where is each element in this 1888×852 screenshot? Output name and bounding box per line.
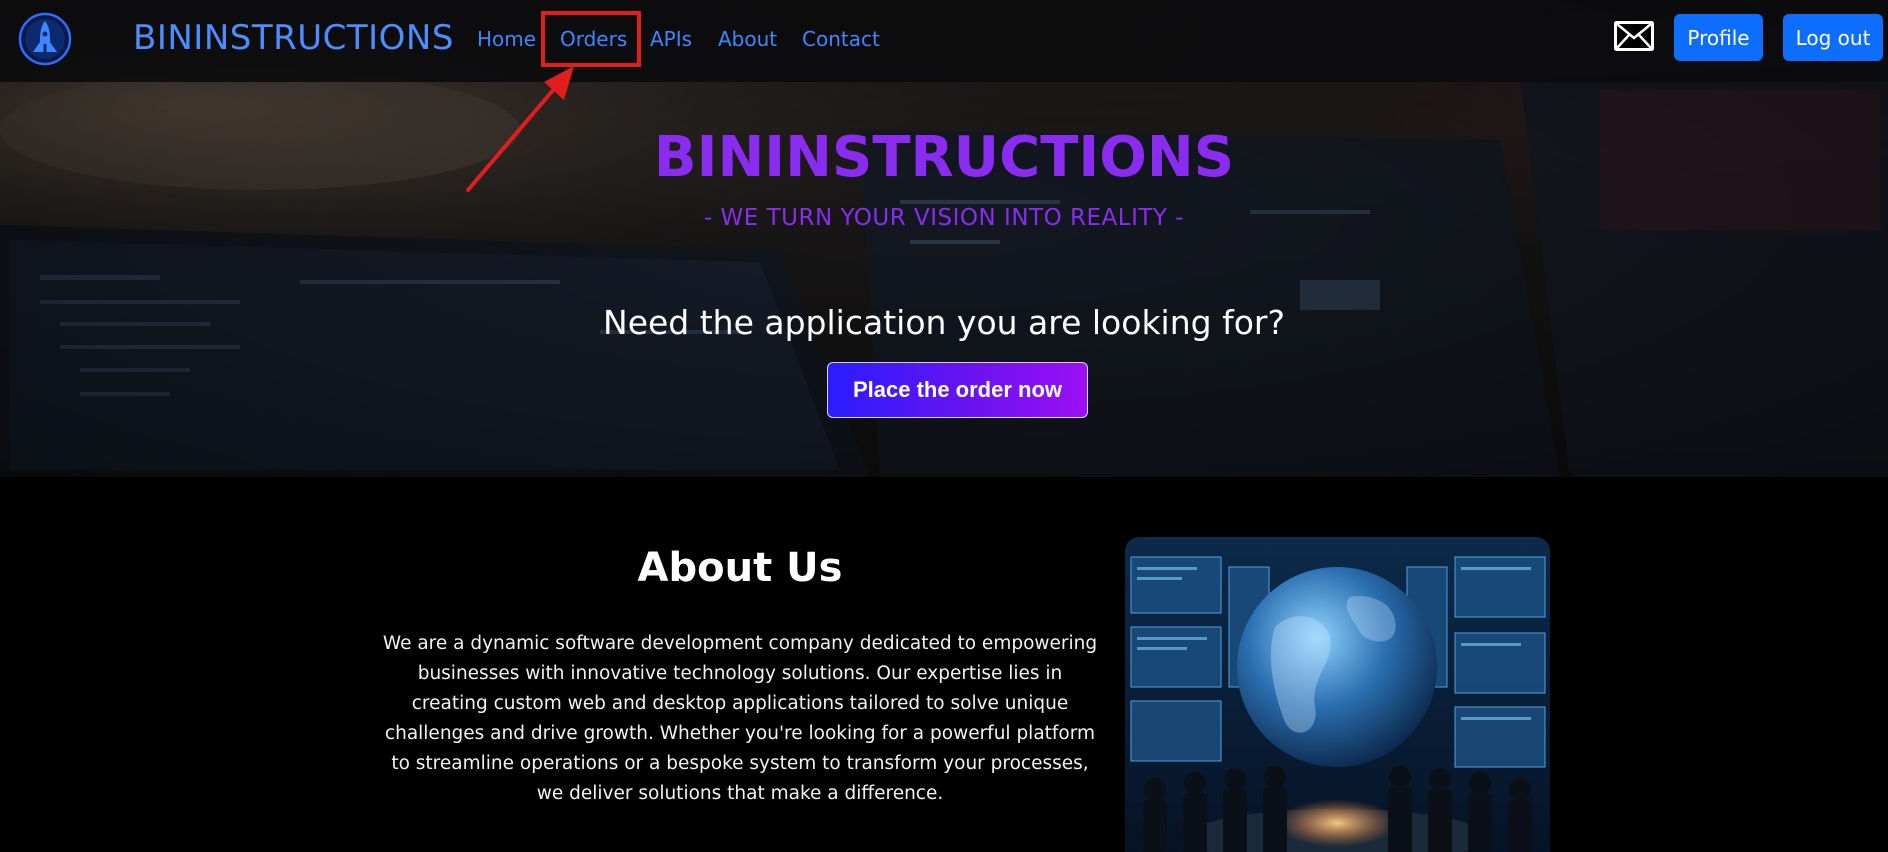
page: BININSTRUCTIONS - WE TURN YOUR VISION IN… bbox=[0, 0, 1888, 852]
nav-link-orders[interactable]: Orders bbox=[560, 26, 627, 52]
brand-name[interactable]: BININSTRUCTIONS bbox=[133, 18, 454, 58]
about-globe-image bbox=[1125, 537, 1550, 852]
hero-question: Need the application you are looking for… bbox=[603, 303, 1285, 342]
about-text: We are a dynamic software development co… bbox=[382, 633, 1098, 804]
nav-link-apis[interactable]: APIs bbox=[650, 26, 692, 52]
hero-tagline: - WE TURN YOUR VISION INTO REALITY - bbox=[703, 205, 1185, 231]
nav-link-about[interactable]: About bbox=[718, 26, 777, 52]
logout-button[interactable]: Log out bbox=[1783, 14, 1883, 61]
nav-link-home[interactable]: Home bbox=[477, 26, 536, 52]
envelope-icon[interactable] bbox=[1613, 20, 1655, 52]
rocket-logo-icon[interactable] bbox=[18, 12, 72, 66]
profile-button[interactable]: Profile bbox=[1674, 14, 1763, 61]
nav-link-contact[interactable]: Contact bbox=[802, 26, 880, 52]
navbar: BININSTRUCTIONS Home Orders APIs About C… bbox=[0, 0, 1888, 82]
place-order-button[interactable]: Place the order now bbox=[827, 362, 1088, 418]
about-title: About Us bbox=[637, 545, 843, 591]
hero-title: BININSTRUCTIONS bbox=[653, 125, 1235, 190]
